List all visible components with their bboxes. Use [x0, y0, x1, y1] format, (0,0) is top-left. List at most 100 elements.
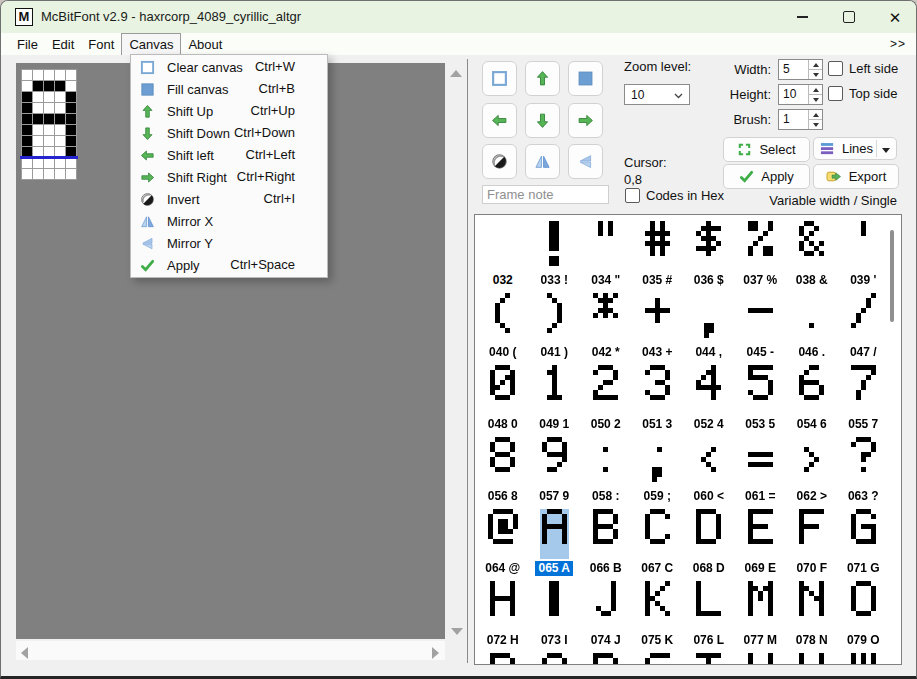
charmap-cell-59[interactable]: 059 ; [644, 437, 671, 509]
spin-down-icon[interactable] [809, 119, 822, 129]
charmap-cell-39[interactable]: 039 ' [850, 221, 876, 293]
canvas-scroll-down-icon[interactable] [451, 628, 463, 635]
top-side-checkbox[interactable]: Top side [828, 86, 897, 101]
close-button[interactable]: ✕ [872, 1, 917, 33]
pixel-cell[interactable] [33, 81, 43, 91]
pixel-cell[interactable] [44, 92, 54, 102]
charmap-cell-34[interactable]: 034 " [591, 221, 620, 293]
charmap-cell-73[interactable]: 073 I [541, 581, 568, 653]
charmap-cell-72[interactable]: 072 H [487, 581, 519, 653]
menu-overflow-button[interactable]: >> [890, 37, 906, 51]
charmap-cell-42[interactable]: 042 * [592, 293, 620, 365]
charmap-cell-83[interactable]: 083 S [642, 653, 673, 665]
pixel-cell[interactable] [55, 92, 65, 102]
charmap-cell-54[interactable]: 054 6 [797, 365, 827, 437]
menu-item-mirror-y[interactable]: Mirror Y [131, 232, 327, 254]
charmap-cell-52[interactable]: 052 4 [694, 365, 724, 437]
pixel-cell[interactable] [22, 81, 32, 91]
pixel-cell[interactable] [33, 92, 43, 102]
charmap-cell-79[interactable]: 079 O [847, 581, 880, 653]
charmap-cell-61[interactable]: 061 = [745, 437, 775, 509]
charmap-cell-86[interactable]: 086 V [796, 653, 827, 665]
charmap-cell-75[interactable]: 075 K [641, 581, 673, 653]
charmap-cell-66[interactable]: 066 B [590, 509, 622, 581]
charmap-cell-71[interactable]: 071 G [847, 509, 880, 581]
charmap-cell-76[interactable]: 076 L [693, 581, 724, 653]
pixel-cell[interactable] [33, 169, 43, 179]
clear-canvas-button[interactable] [482, 61, 517, 96]
pixel-editor-grid[interactable] [21, 69, 77, 180]
pixel-cell[interactable] [66, 114, 76, 124]
pixel-cell[interactable] [33, 158, 43, 168]
pixel-cell[interactable] [55, 70, 65, 80]
spin-up-icon[interactable] [809, 60, 822, 69]
pixel-cell[interactable] [66, 81, 76, 91]
spin-down-icon[interactable] [809, 94, 822, 104]
charmap-cell-57[interactable]: 057 9 [539, 437, 569, 509]
menu-item-shift-down[interactable]: Shift DownCtrl+Down [131, 122, 327, 144]
charmap-cell-80[interactable]: 080 P [487, 653, 518, 665]
charmap-cell-43[interactable]: 043 + [642, 293, 672, 365]
canvas-scroll-right-icon[interactable] [432, 647, 439, 659]
charmap-scrollbar-thumb[interactable] [890, 230, 894, 322]
canvas-scroll-up-icon[interactable] [450, 70, 462, 77]
pixel-cell[interactable] [66, 103, 76, 113]
arrow-right-button[interactable] [568, 103, 603, 138]
left-side-checkbox[interactable]: Left side [828, 61, 898, 76]
pixel-cell[interactable] [44, 81, 54, 91]
charmap-cell-45[interactable]: 045 - [747, 293, 774, 365]
mirror-y-button[interactable] [568, 144, 603, 179]
canvas-hscrollbar-track[interactable] [16, 641, 445, 660]
charmap-cell-55[interactable]: 055 7 [848, 365, 878, 437]
charmap-cell-64[interactable]: 064 @ [485, 509, 520, 581]
charmap-cell-56[interactable]: 056 8 [488, 437, 518, 509]
lines-button[interactable]: Lines [813, 137, 897, 160]
charmap-cell-63[interactable]: 063 ? [848, 437, 879, 509]
menu-item-apply[interactable]: ApplyCtrl+Space [131, 254, 327, 276]
menu-item-clear-canvas[interactable]: Clear canvasCtrl+W [131, 56, 327, 78]
pixel-cell[interactable] [66, 92, 76, 102]
charmap-cell-78[interactable]: 078 N [796, 581, 828, 653]
pixel-cell[interactable] [55, 103, 65, 113]
pixel-cell[interactable] [55, 158, 65, 168]
charmap-cell-47[interactable]: 047 / [850, 293, 877, 365]
pixel-cell[interactable] [33, 70, 43, 80]
charmap-cell-48[interactable]: 048 0 [488, 365, 518, 437]
charmap-cell-58[interactable]: 058 : [592, 437, 619, 509]
pixel-cell[interactable] [22, 114, 32, 124]
charmap-cell-62[interactable]: 062 > [797, 437, 827, 509]
pixel-cell[interactable] [22, 136, 32, 146]
pixel-cell[interactable] [66, 70, 76, 80]
spin-up-icon[interactable] [809, 110, 822, 119]
select-button[interactable]: Select [723, 137, 810, 162]
pixel-cell[interactable] [55, 169, 65, 179]
charmap-cell-82[interactable]: 082 R [590, 653, 622, 665]
pixel-cell[interactable] [33, 136, 43, 146]
charmap-cell-50[interactable]: 050 2 [591, 365, 621, 437]
charmap-cell-49[interactable]: 049 1 [539, 365, 569, 437]
menu-file[interactable]: File [10, 33, 45, 55]
menu-item-fill-canvas[interactable]: Fill canvasCtrl+B [131, 78, 327, 100]
menu-item-shift-left[interactable]: Shift leftCtrl+Left [131, 144, 327, 166]
pixel-cell[interactable] [44, 158, 54, 168]
frame-note-input[interactable] [482, 185, 609, 204]
charmap-cell-69[interactable]: 069 E [745, 509, 776, 581]
pixel-cell[interactable] [33, 125, 43, 135]
charmap-cell-41[interactable]: 041 ) [541, 293, 568, 365]
brush-stepper[interactable]: 1 [778, 109, 823, 130]
pixel-cell[interactable] [55, 81, 65, 91]
menu-item-shift-right[interactable]: Shift RightCtrl+Right [131, 166, 327, 188]
apply-button[interactable]: Apply [723, 164, 810, 189]
pixel-cell[interactable] [22, 92, 32, 102]
arrow-down-button[interactable] [525, 103, 560, 138]
zoom-level-select[interactable]: 10 [624, 84, 690, 105]
charmap-cell-87[interactable]: 087 W [846, 653, 881, 665]
charmap-cell-81[interactable]: 081 Q [538, 653, 571, 665]
charmap-cell-68[interactable]: 068 D [693, 509, 725, 581]
pixel-cell[interactable] [66, 125, 76, 135]
charmap-cell-46[interactable]: 046 . [798, 293, 825, 365]
pixel-cell[interactable] [33, 103, 43, 113]
charmap-cell-60[interactable]: 060 < [694, 437, 724, 509]
pixel-cell[interactable] [44, 169, 54, 179]
charmap-cell-74[interactable]: 074 J [591, 581, 621, 653]
